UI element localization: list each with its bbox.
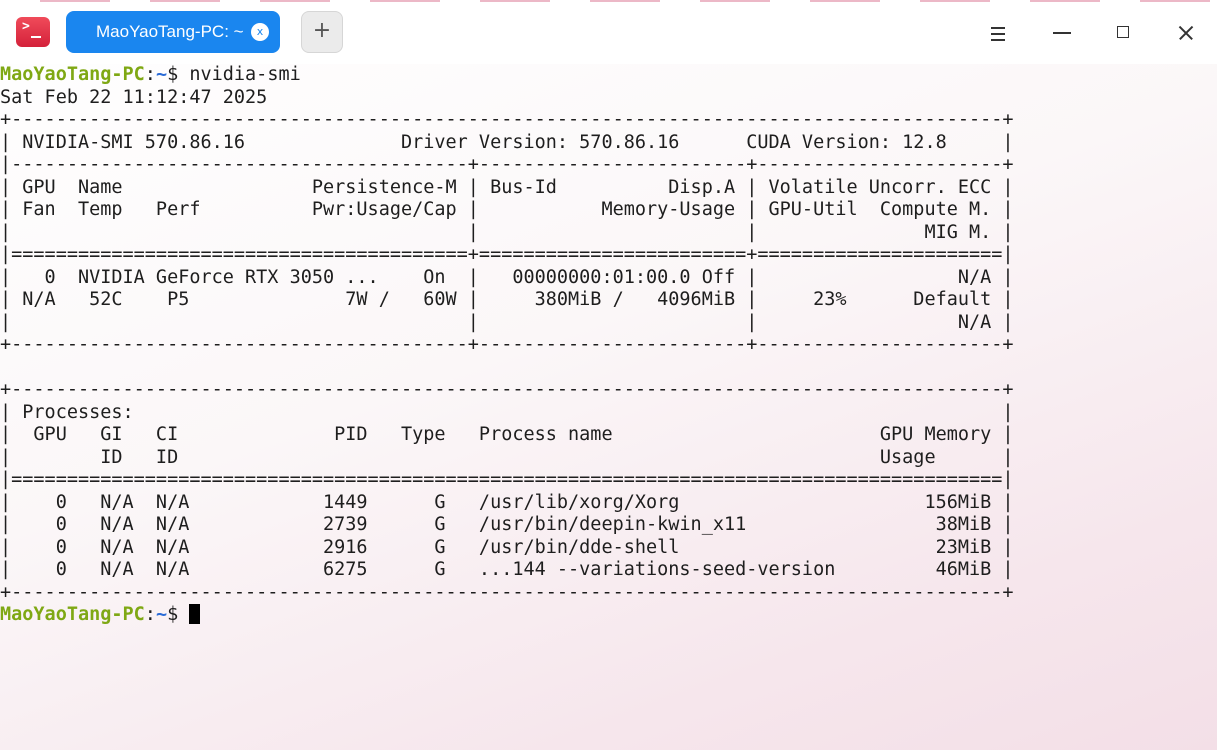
hamburger-menu-icon[interactable]	[982, 17, 1014, 49]
output-line: |---------------------------------------…	[0, 154, 1014, 175]
new-tab-button[interactable]: +	[301, 11, 343, 53]
output-line: +---------------------------------------…	[0, 581, 1014, 603]
prompt-symbol: $	[167, 604, 190, 625]
tab-close-icon[interactable]: x	[251, 23, 269, 41]
title-bar: > MaoYaoTang-PC: ~ x +	[0, 0, 1217, 64]
output-line: +---------------------------------------…	[0, 379, 1014, 400]
output-line: | Processes: |	[0, 401, 1014, 423]
output-line: Sat Feb 22 11:12:47 2025	[0, 86, 268, 108]
terminal-app-icon[interactable]: >	[16, 17, 50, 47]
prompt-host: MaoYaoTang-PC	[0, 604, 145, 625]
title-bar-accent	[0, 0, 1217, 2]
prompt-symbol: $	[167, 64, 190, 85]
text-cursor	[189, 604, 201, 624]
prompt-host: MaoYaoTang-PC	[0, 64, 145, 85]
prompt-separator: :	[144, 604, 156, 625]
output-line: | 0 N/A N/A 1449 G /usr/lib/xorg/Xorg 15…	[0, 491, 1014, 513]
output-line: +---------------------------------------…	[0, 109, 1014, 130]
output-line: |=======================================…	[0, 469, 1014, 490]
tab-active[interactable]: MaoYaoTang-PC: ~ x	[66, 11, 280, 53]
minimize-icon[interactable]	[1046, 17, 1078, 49]
output-line: | 0 N/A N/A 6275 G ...144 --variations-s…	[0, 559, 1014, 580]
prompt-path: ~	[155, 64, 168, 85]
terminal-output[interactable]: MaoYaoTang-PC:~$ nvidia-smi Sat Feb 22 1…	[0, 64, 1217, 750]
prompt-path: ~	[155, 604, 168, 625]
output-line: | | | N/A |	[0, 311, 1014, 333]
output-line: | Fan Temp Perf Pwr:Usage/Cap | Memory-U…	[0, 199, 1014, 220]
output-line: | | | MIG M. |	[0, 221, 1014, 243]
output-line: | N/A 52C P5 7W / 60W | 380MiB / 4096MiB…	[0, 289, 1014, 310]
maximize-icon[interactable]	[1107, 17, 1139, 49]
close-icon[interactable]	[1170, 17, 1202, 49]
tab-title: MaoYaoTang-PC: ~	[96, 22, 244, 41]
output-line: | 0 N/A N/A 2916 G /usr/bin/dde-shell 23…	[0, 536, 1014, 558]
output-line: |=======================================…	[0, 244, 1014, 265]
output-line: | 0 NVIDIA GeForce RTX 3050 ... On | 000…	[0, 266, 1014, 288]
output-line: | GPU Name Persistence-M | Bus-Id Disp.A…	[0, 176, 1014, 198]
output-line: | ID ID Usage |	[0, 446, 1014, 468]
command-line: MaoYaoTang-PC:~$ nvidia-smi	[0, 64, 1217, 87]
output-line: +---------------------------------------…	[0, 334, 1014, 355]
output-line: | GPU GI CI PID Type Process name GPU Me…	[0, 424, 1014, 445]
output-line: | 0 N/A N/A 2739 G /usr/bin/deepin-kwin_…	[0, 514, 1014, 535]
prompt-separator: :	[144, 64, 156, 85]
input-line[interactable]: MaoYaoTang-PC:~$	[0, 604, 1217, 627]
output-line: | NVIDIA-SMI 570.86.16 Driver Version: 5…	[0, 131, 1014, 153]
command-text: nvidia-smi	[189, 64, 301, 85]
